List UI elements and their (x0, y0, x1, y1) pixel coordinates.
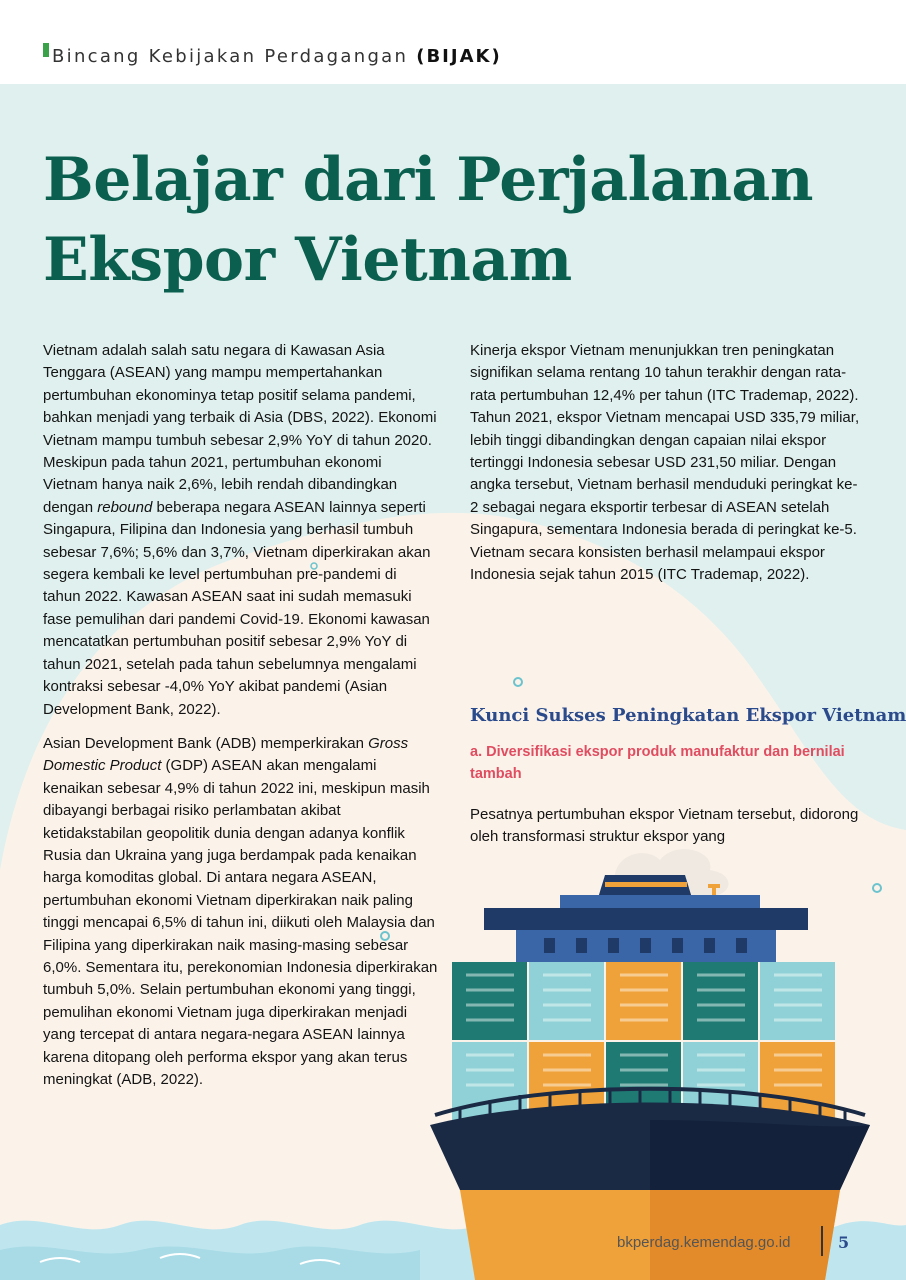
paragraph-2-text-b: (GDP) ASEAN akan mengalami kenaikan sebe… (43, 757, 438, 1088)
paragraph-2: Asian Development Bank (ADB) memperkirak… (43, 733, 438, 1092)
paragraph-1: Vietnam adalah salah satu negara di Kawa… (43, 340, 438, 721)
title-line-2: Ekspor Vietnam (43, 225, 572, 295)
cargo-ship-icon (430, 849, 870, 1280)
footer-url[interactable]: bkperdag.kemendag.go.id (617, 1234, 790, 1251)
right-column: Kinerja ekspor Vietnam menunjukkan tren … (470, 340, 862, 586)
article-title: Belajar dari Perjalanan Ekspor Vietnam (43, 140, 883, 300)
left-column: Vietnam adalah salah satu negara di Kawa… (43, 340, 438, 1091)
title-line-1: Belajar dari Perjalanan (43, 145, 813, 215)
page-header: Bincang Kebijakan Perdagangan (BIJAK) (0, 0, 906, 84)
paragraph-3: Kinerja ekspor Vietnam menunjukkan tren … (470, 342, 860, 584)
paragraph-1-text-a: Vietnam adalah salah satu negara di Kawa… (43, 342, 437, 516)
subsection-heading: a. Diversifikasi ekspor produk manufaktu… (470, 744, 845, 782)
paragraph-1-emphasis: rebound (97, 498, 153, 516)
header-accent-mark (43, 43, 49, 57)
series-abbreviation: (BIJAK) (416, 46, 502, 67)
page-number: 5 (838, 1233, 850, 1252)
paragraph-2-text-a: Asian Development Bank (ADB) memperkirak… (43, 734, 369, 752)
series-name: Bincang Kebijakan Perdagangan (52, 46, 409, 67)
series-title: Bincang Kebijakan Perdagangan (BIJAK) (52, 46, 502, 67)
section-heading: Kunci Sukses Peningkatan Ekspor Vietnam (470, 705, 906, 726)
paragraph-1-text-b: beberapa negara ASEAN lainnya seperti Si… (43, 498, 431, 718)
footer-divider (821, 1226, 823, 1256)
